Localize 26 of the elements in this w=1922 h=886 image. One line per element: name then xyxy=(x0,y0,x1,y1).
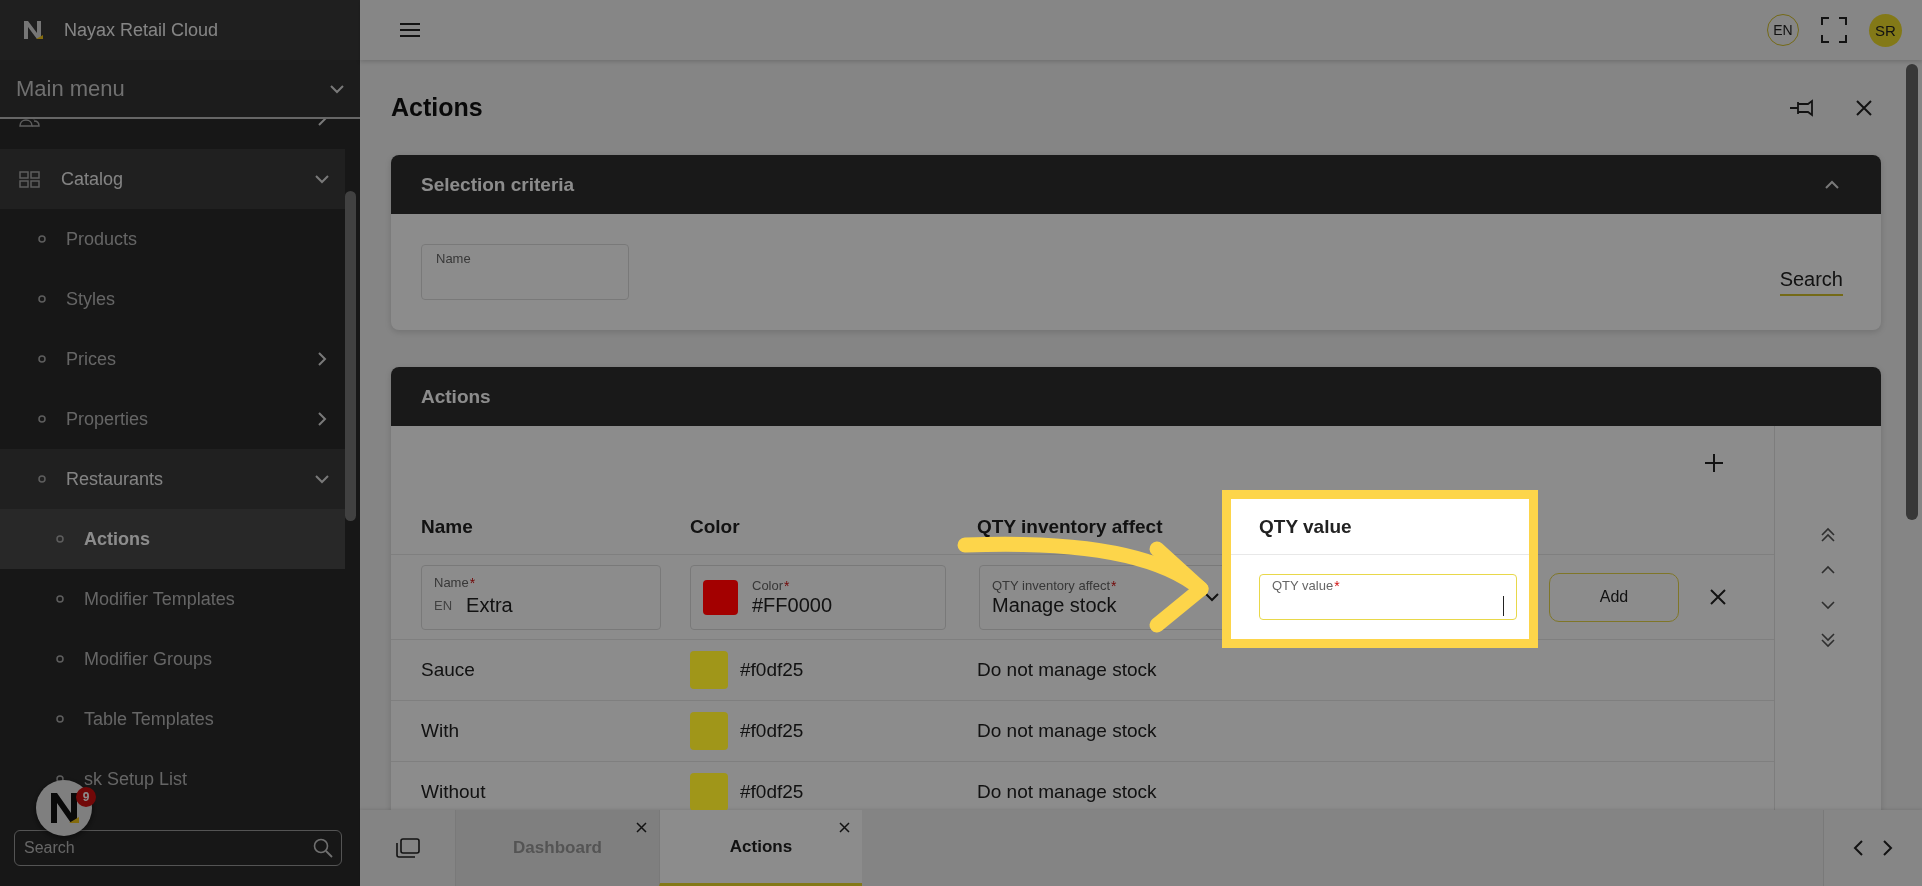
column-header: QTY inventory affect xyxy=(977,514,1164,539)
card-header: Actions xyxy=(391,367,1881,426)
required-mark: * xyxy=(1334,578,1340,594)
table-cell: #f0df25 xyxy=(740,720,804,742)
page-title: Actions xyxy=(391,93,483,122)
card-header: Selection criteria xyxy=(391,155,1881,214)
app-name: Nayax Retail Cloud xyxy=(64,19,219,41)
required-mark: * xyxy=(1111,577,1117,594)
field-label: QTY inventory affect xyxy=(992,577,1111,594)
field-label: Color xyxy=(752,577,784,594)
field-label: Name xyxy=(434,575,469,591)
table-cell-text: Do not manage stock xyxy=(977,780,1158,804)
required-mark: * xyxy=(469,575,476,591)
field-label: QTY value xyxy=(1272,578,1334,594)
table-cell-text: Without xyxy=(420,780,487,804)
table-cell-text: Do not manage stock xyxy=(977,719,1158,743)
table-cell: #f0df25 xyxy=(740,781,804,803)
language-prefix: EN xyxy=(434,597,453,613)
column-header: Color xyxy=(690,514,741,539)
required-mark: * xyxy=(784,577,790,594)
column-header: Name xyxy=(420,514,474,539)
table-cell: #f0df25 xyxy=(740,659,804,681)
table-cell-text: Sauce xyxy=(420,658,476,682)
table-cell-text: Do not manage stock xyxy=(977,658,1158,682)
table-cell-text: With xyxy=(420,719,460,743)
notification-badge: 9 xyxy=(76,787,96,807)
